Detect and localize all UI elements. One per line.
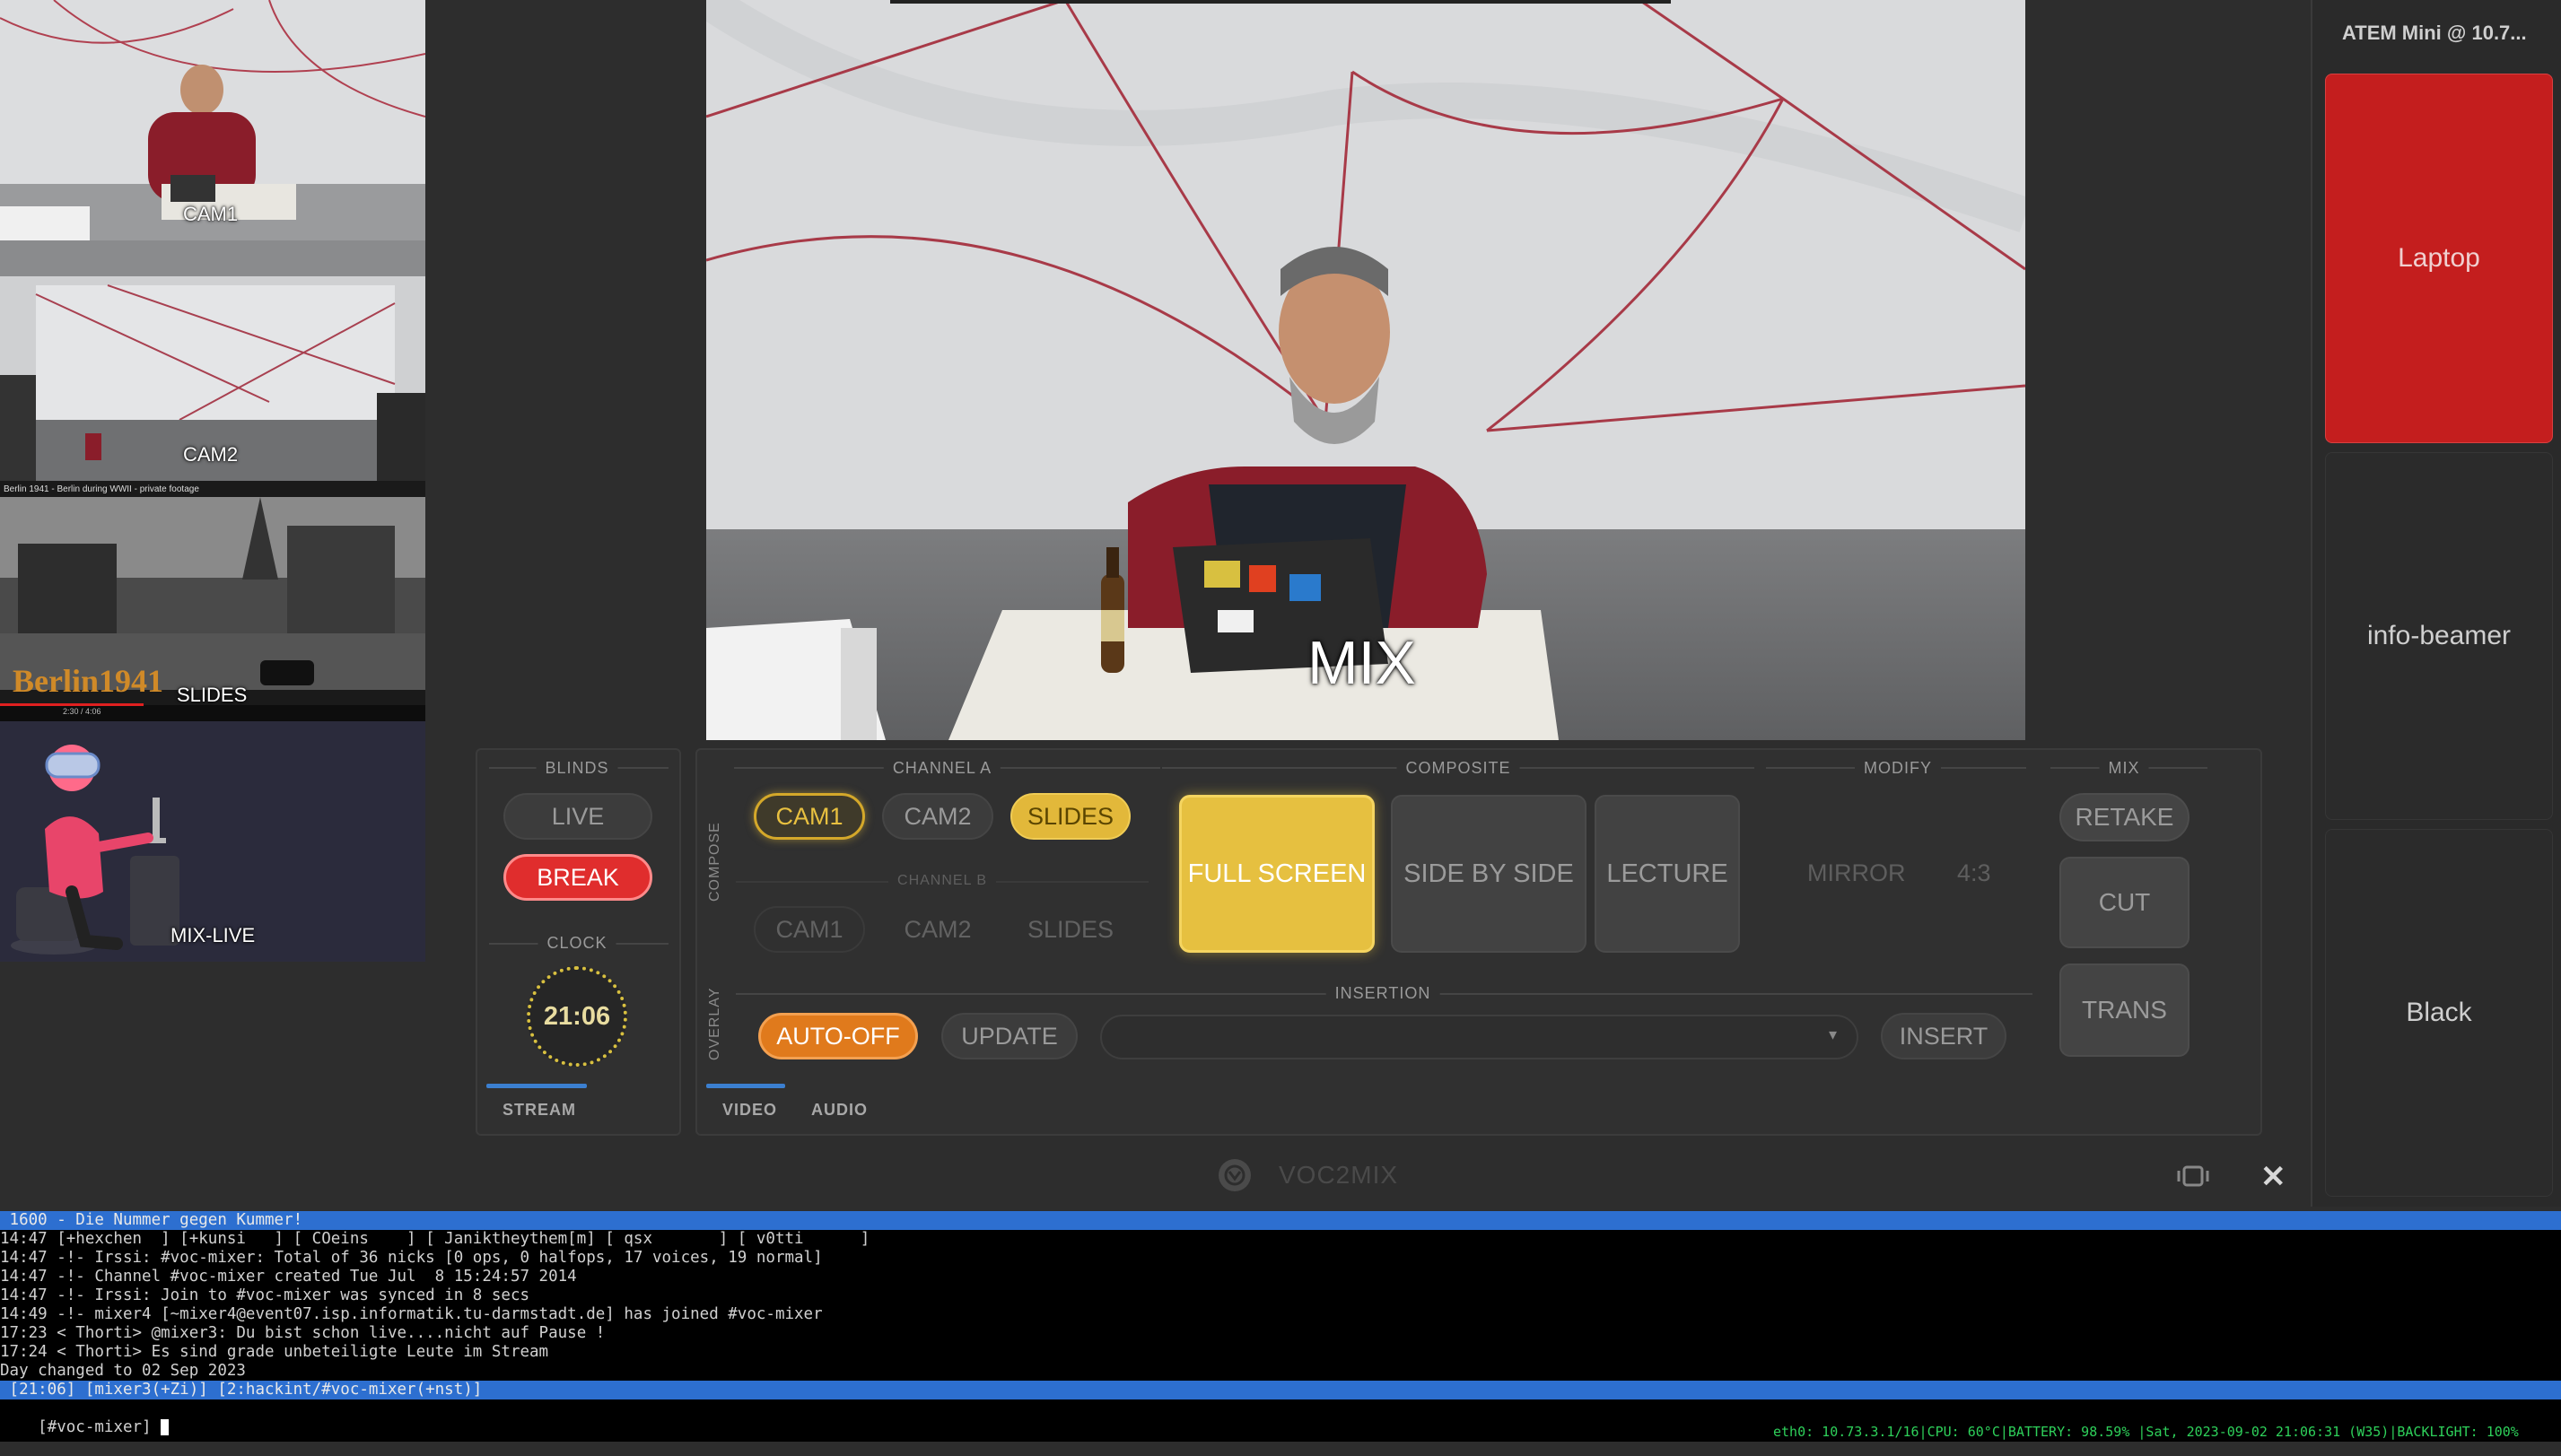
channel-b-cam1-button[interactable]: CAM1	[754, 906, 865, 953]
retake-button[interactable]: RETAKE	[2059, 793, 2190, 841]
mix-button-label: TRANS	[2082, 996, 2167, 1024]
irc-status-bar: [21:06] [mixer3(+Zi)] [2:hackint/#voc-mi…	[0, 1381, 2561, 1399]
source-label: CAM2	[904, 802, 972, 830]
source-label: SLIDES	[1027, 915, 1114, 943]
break-button[interactable]: BREAK	[503, 854, 652, 901]
fullscreen-icon[interactable]	[2177, 1164, 2209, 1189]
atem-button-label: info-beamer	[2366, 621, 2512, 650]
auto-off-button[interactable]: AUTO-OFF	[758, 1013, 918, 1059]
irc-line: 17:24 < Thorti> Es sind grade unbeteilig…	[0, 1343, 549, 1361]
source-label: CAM1	[775, 802, 843, 830]
app-name: VOC2MIX	[1279, 1161, 1399, 1189]
lecture-button[interactable]: LECTURE	[1595, 795, 1740, 953]
overlay-vertical-label: OVERLAY	[707, 987, 722, 1060]
channel-a-slides-button[interactable]: SLIDES	[1010, 793, 1131, 840]
composite-label-text: FULL SCREEN	[1187, 859, 1367, 888]
source-label: CAM2	[904, 915, 972, 943]
irc-input-prompt[interactable]: [#voc-mixer]	[0, 1399, 170, 1456]
preview-mix-live[interactable]: MIX-LIVE	[0, 721, 425, 962]
tab-stream[interactable]: STREAM	[503, 1101, 576, 1120]
live-button-label: LIVE	[551, 802, 605, 830]
preview-cam1[interactable]: CAM1	[0, 0, 425, 240]
atem-button-label: Laptop	[2398, 243, 2480, 273]
close-icon[interactable]: ✕	[2260, 1159, 2286, 1195]
insertion-label: INSERTION	[1325, 984, 1440, 1003]
irc-terminal[interactable]: 1600 - Die Nummer gegen Kummer! 14:47 [+…	[0, 1211, 2561, 1442]
side-by-side-button[interactable]: SIDE BY SIDE	[1391, 795, 1586, 953]
cut-button[interactable]: CUT	[2059, 857, 2190, 948]
irc-line: 14:47 -!- Irssi: #voc-mixer: Total of 36…	[0, 1249, 823, 1267]
clock-time: 21:06	[543, 1001, 611, 1031]
modify-label: MODIFY	[1855, 759, 1941, 778]
mix-label: MIX	[1307, 629, 1416, 697]
chevron-down-icon: ▾	[1828, 1025, 1837, 1043]
blinds-section-label: BLINDS	[536, 759, 618, 778]
irc-topic-bar: 1600 - Die Nummer gegen Kummer!	[0, 1211, 2561, 1230]
video-title: Berlin 1941 - Berlin during WWII - priva…	[4, 484, 199, 494]
source-label: CAM1	[775, 915, 843, 943]
trans-button[interactable]: TRANS	[2059, 963, 2190, 1057]
atem-info-beamer-button[interactable]: info-beamer	[2325, 452, 2553, 820]
preview-label: CAM1	[183, 203, 239, 225]
insert-button[interactable]: INSERT	[1881, 1013, 2006, 1059]
insertion-select[interactable]: ▾	[1100, 1015, 1858, 1059]
compose-vertical-label: COMPOSE	[707, 822, 722, 902]
mix-output-view: MIX	[706, 0, 2025, 740]
preview-label: MIX-LIVE	[170, 924, 256, 946]
clock-dial: 21:06	[527, 966, 627, 1067]
composite-label: COMPOSITE	[1396, 759, 1520, 778]
atem-black-button[interactable]: Black	[2325, 829, 2553, 1197]
atem-button-label: Black	[2406, 998, 2472, 1027]
irc-prompt-label: [#voc-mixer]	[38, 1418, 162, 1436]
mirror-button[interactable]: MIRROR	[1807, 859, 1906, 887]
auto-off-label: AUTO-OFF	[776, 1022, 900, 1050]
irc-line: 14:47 [+hexchen ] [+kunsi ] [ COeins ] […	[0, 1230, 870, 1248]
irc-line: Day changed to 02 Sep 2023	[0, 1362, 246, 1380]
preview-label: CAM2	[183, 443, 239, 466]
channel-a-cam2-button[interactable]: CAM2	[882, 793, 993, 840]
channel-a-cam1-button[interactable]: CAM1	[754, 793, 865, 840]
break-button-label: BREAK	[537, 863, 619, 891]
update-button[interactable]: UPDATE	[941, 1013, 1078, 1059]
channel-b-label: CHANNEL B	[888, 873, 996, 889]
mix-button-label: CUT	[2098, 888, 2151, 916]
full-screen-button[interactable]: FULL SCREEN	[1179, 795, 1375, 953]
irc-line: 14:47 -!- Irssi: Join to #voc-mixer was …	[0, 1286, 530, 1304]
tab-video[interactable]: VIDEO	[722, 1101, 777, 1120]
composite-label-text: SIDE BY SIDE	[1403, 859, 1574, 888]
live-button[interactable]: LIVE	[503, 793, 652, 840]
irc-line: 17:23 < Thorti> @mixer3: Du bist schon l…	[0, 1324, 606, 1342]
insert-label: INSERT	[1899, 1022, 1988, 1050]
composite-label-text: LECTURE	[1606, 859, 1728, 888]
atem-laptop-button[interactable]: Laptop	[2325, 74, 2553, 443]
irc-line: 14:47 -!- Channel #voc-mixer created Tue…	[0, 1268, 577, 1286]
channel-b-slides-button[interactable]: SLIDES	[1010, 906, 1131, 953]
atem-title: ATEM Mini @ 10.7...	[2342, 22, 2527, 44]
update-label: UPDATE	[961, 1022, 1058, 1050]
clock-section-label: CLOCK	[538, 934, 616, 953]
channel-a-label: CHANNEL A	[883, 759, 1001, 778]
source-label: SLIDES	[1027, 802, 1114, 830]
channel-b-cam2-button[interactable]: CAM2	[882, 906, 993, 953]
atem-panel: ATEM Mini @ 10.7... Laptop info-beamer B…	[2311, 0, 2561, 1207]
app-logo-icon	[1219, 1159, 1251, 1191]
preview-cam2[interactable]: CAM2	[0, 240, 425, 481]
mix-button-label: RETAKE	[2075, 803, 2174, 831]
preview-label: SLIDES	[177, 684, 248, 706]
video-time: 2:30 / 4:06	[63, 707, 101, 716]
cursor	[161, 1419, 170, 1435]
aspect-4-3-button[interactable]: 4:3	[1957, 859, 1991, 887]
mix-section-label: MIX	[2099, 759, 2149, 778]
irc-line: 14:49 -!- mixer4 [~mixer4@event07.isp.in…	[0, 1305, 823, 1323]
video-overlay-text: Berlin1941	[13, 663, 163, 699]
preview-slides[interactable]: Berlin 1941 - Berlin during WWII - priva…	[0, 481, 425, 721]
tab-audio[interactable]: AUDIO	[811, 1101, 868, 1120]
system-status-bar: eth0: 10.73.3.1/16|CPU: 60°C|BATTERY: 98…	[1773, 1424, 2519, 1440]
